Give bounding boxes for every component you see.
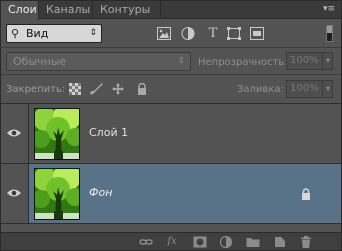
layer-row-background[interactable]: Фон (1, 164, 341, 224)
opacity-field[interactable]: 100% ▾ (286, 52, 333, 70)
layers-list: Слой 1 Фон (1, 103, 341, 232)
blend-row: Обычные ⇕ Непрозрачность: 100% ▾ (1, 48, 341, 74)
filter-kind-select[interactable]: ⚲ Вид ⇕ (6, 24, 102, 43)
chevron-down-icon[interactable]: ▾ (321, 81, 330, 97)
lock-icon (302, 188, 310, 200)
tab-bar: Слои Каналы Контуры ▾≡ (1, 1, 341, 20)
layer-mask-icon[interactable] (193, 236, 207, 248)
layers-footer-toolbar: fx (1, 232, 341, 250)
visibility-cell[interactable] (1, 104, 29, 163)
layer-name[interactable]: Слой 1 (89, 126, 128, 139)
eye-icon[interactable] (7, 188, 21, 198)
tab-channels[interactable]: Каналы (39, 1, 93, 19)
lock-transparency-icon[interactable] (68, 83, 82, 95)
tab-layers[interactable]: Слои (1, 1, 39, 20)
adjustment-layer-filter-icon[interactable] (181, 27, 195, 40)
fill-label: Заливка: (237, 84, 284, 95)
filter-kind-label: Вид (26, 27, 49, 40)
opacity-value: 100% (290, 55, 319, 66)
adjustment-layer-icon[interactable] (219, 236, 233, 248)
fill-field[interactable]: 100% ▾ (286, 80, 333, 98)
visibility-cell[interactable] (1, 164, 29, 223)
lock-position-move-icon[interactable] (111, 83, 125, 95)
fx-icon[interactable]: fx (165, 236, 179, 248)
chevron-down-icon[interactable]: ▾ (321, 53, 330, 69)
tab-paths[interactable]: Контуры (93, 1, 161, 19)
layer-thumbnail[interactable] (34, 108, 80, 160)
fill-value: 100% (290, 83, 319, 94)
filter-toggle-switch[interactable] (326, 25, 333, 42)
chevron-updown-icon: ⇕ (177, 56, 185, 66)
eye-icon[interactable] (7, 128, 21, 138)
filter-row: ⚲ Вид ⇕ T (1, 20, 341, 47)
lock-row: Закрепить: Заливка: 100% ▾ (1, 75, 341, 102)
pixel-layer-filter-icon[interactable] (157, 27, 171, 40)
layer-name[interactable]: Фон (89, 186, 112, 199)
link-layers-icon[interactable] (139, 236, 153, 248)
chevron-updown-icon: ⇕ (89, 28, 97, 38)
smart-object-filter-icon[interactable] (250, 27, 264, 40)
lock-image-brush-icon[interactable] (89, 83, 103, 95)
layer-row-layer-1[interactable]: Слой 1 (1, 104, 341, 164)
new-layer-icon[interactable] (273, 236, 287, 248)
layer-thumbnail[interactable] (34, 168, 80, 220)
group-folder-icon[interactable] (246, 236, 260, 248)
type-layer-filter-icon[interactable]: T (206, 27, 220, 40)
panel-menu-icon[interactable]: ▾≡ (321, 3, 335, 15)
search-icon: ⚲ (11, 27, 20, 40)
opacity-label: Непрозрачность: (198, 57, 288, 68)
lock-label: Закрепить: (6, 84, 66, 95)
layers-panel: Слои Каналы Контуры ▾≡ ⚲ Вид ⇕ T Обычные… (0, 0, 342, 251)
blend-mode-value: Обычные (13, 55, 67, 68)
lock-all-icon[interactable] (135, 83, 149, 95)
shape-layer-filter-icon[interactable] (227, 27, 241, 40)
blend-mode-select[interactable]: Обычные ⇕ (6, 52, 191, 71)
trash-icon[interactable] (299, 236, 313, 248)
